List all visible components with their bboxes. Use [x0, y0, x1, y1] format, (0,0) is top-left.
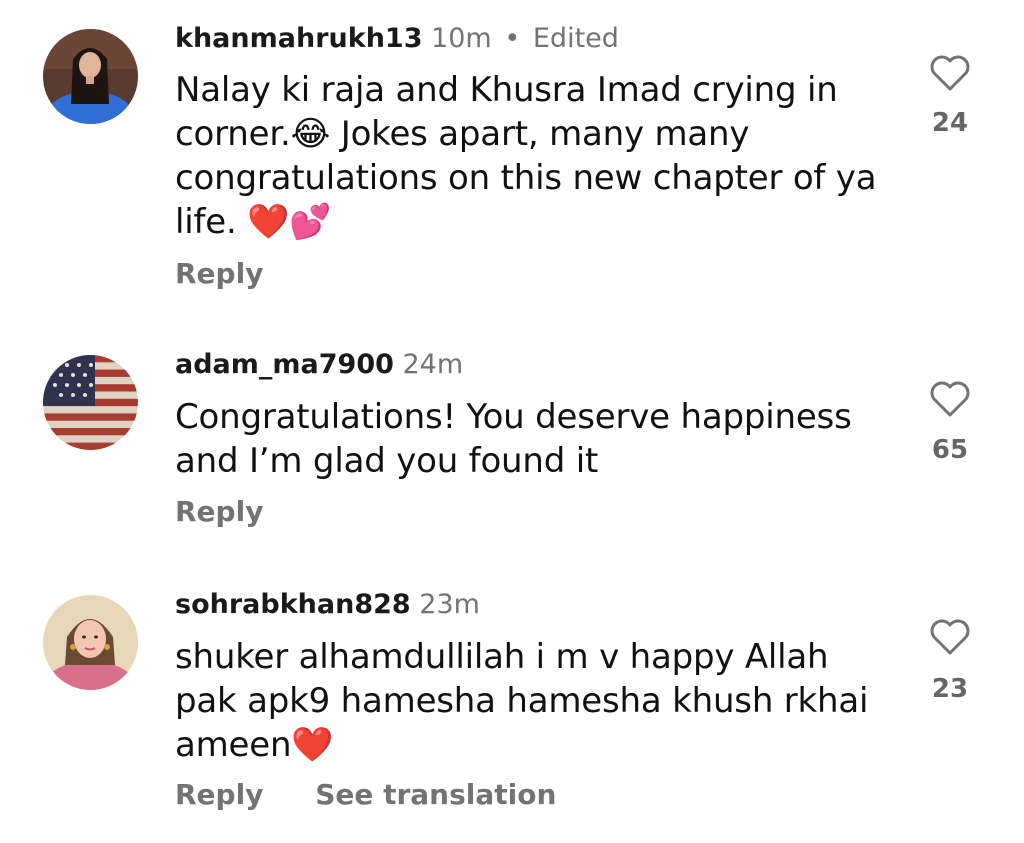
comment-item: sohrabkhan828 23m shuker alhamdullilah i… [0, 540, 1024, 843]
comment-actions: Reply [175, 257, 263, 291]
timestamp: 23m [419, 589, 480, 620]
avatar[interactable] [43, 355, 138, 450]
timestamp: 10m [431, 23, 492, 54]
comment-header: sohrabkhan828 23m [175, 588, 480, 622]
comment-header: khanmahrukh13 10m • Edited [175, 22, 619, 56]
avatar[interactable] [43, 595, 138, 690]
separator-dot: • [504, 23, 521, 54]
like-count: 24 [931, 108, 969, 138]
avatar[interactable] [43, 29, 138, 124]
username[interactable]: adam_ma7900 [175, 349, 394, 380]
like-count: 65 [931, 435, 969, 465]
comment-text: Nalay ki raja and Khusra Imad crying in … [175, 70, 877, 242]
timestamp: 24m [402, 349, 464, 380]
heart-outline-icon [930, 55, 970, 91]
comment-actions: Reply See translation [175, 778, 556, 812]
comment-item: adam_ma7900 24m Congratulations! You des… [0, 300, 1024, 540]
edited-label: Edited [532, 23, 619, 54]
reply-button[interactable]: Reply [175, 495, 263, 528]
comment-text: Congratulations! You deserve happiness a… [175, 397, 852, 481]
heart-outline-icon [930, 381, 970, 417]
comment-item: khanmahrukh13 10m • Edited Nalay ki raja… [0, 0, 1024, 300]
reply-button[interactable]: Reply [175, 257, 263, 290]
like-button[interactable] [928, 379, 972, 419]
heart-outline-icon [930, 619, 970, 655]
like-button[interactable] [928, 617, 972, 657]
like-button[interactable] [928, 53, 972, 93]
username[interactable]: khanmahrukh13 [175, 23, 422, 54]
username[interactable]: sohrabkhan828 [175, 589, 411, 620]
reply-button[interactable]: Reply [175, 778, 263, 811]
comment-actions: Reply [175, 495, 263, 529]
see-translation-button[interactable]: See translation [315, 778, 556, 811]
comment-text: shuker alhamdullilah i m v happy Allah p… [175, 637, 869, 765]
like-count: 23 [931, 674, 969, 704]
comment-header: adam_ma7900 24m [175, 348, 463, 382]
